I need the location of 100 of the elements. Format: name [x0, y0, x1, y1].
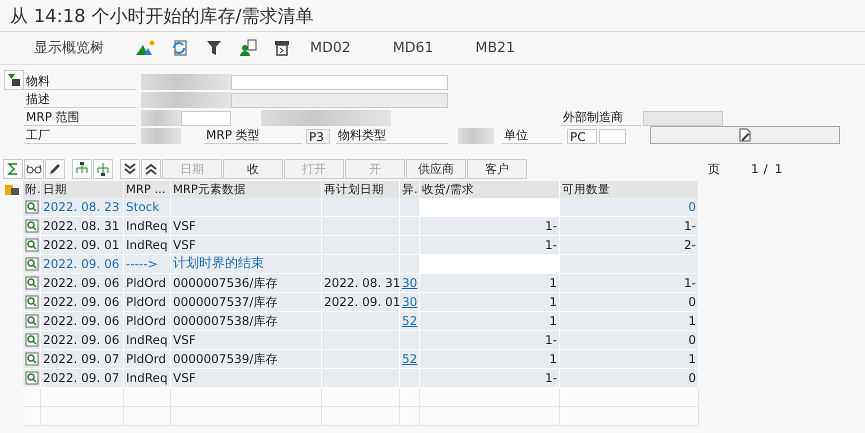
column-header[interactable]: 附.	[23, 181, 41, 198]
column-header[interactable]: 异.	[400, 181, 420, 198]
date-cell: 2022. 09. 06	[41, 274, 124, 293]
document-icon[interactable]	[24, 352, 38, 366]
redacted-field	[141, 128, 181, 144]
page-number: 1	[751, 162, 759, 176]
date-cell: 2022. 09. 06	[41, 312, 124, 331]
redacted-field	[141, 110, 181, 126]
mrp-element-cell: IndReq	[124, 369, 171, 388]
element-data-cell: 0000007538/库存	[171, 312, 322, 331]
unit-field: PC	[567, 129, 597, 144]
tree-toggle-icon[interactable]	[4, 70, 24, 90]
mrp-element-cell: PldOrd	[124, 312, 171, 331]
transaction-button[interactable]: MD02	[304, 40, 357, 56]
available-quantity-cell: 1-	[560, 217, 699, 236]
document-icon[interactable]	[24, 238, 38, 252]
field-label: MRP 范围	[24, 110, 136, 126]
exception-link[interactable]: 52	[402, 314, 418, 328]
date-cell: 2022. 09. 06	[41, 331, 124, 350]
available-quantity-cell: 2-	[560, 236, 699, 255]
quantity-cell: 1	[420, 350, 560, 369]
document-icon[interactable]	[24, 276, 38, 290]
field-label: 描述	[24, 92, 136, 108]
field-label: 外部制造商	[561, 110, 641, 126]
sum-icon[interactable]	[3, 159, 23, 179]
field-label: 单位	[502, 128, 562, 144]
mrp-element-cell: PldOrd	[124, 293, 171, 312]
element-data-cell: 0000007537/库存	[171, 293, 322, 312]
quantity-cell: 1-	[420, 236, 560, 255]
available-quantity-cell: 1	[560, 350, 699, 369]
date-cell: 2022. 09. 06	[41, 293, 124, 312]
quantity-cell: 1	[420, 312, 560, 331]
sort-descending-icon[interactable]	[93, 159, 113, 179]
date-cell: 2022. 09. 07	[41, 350, 124, 369]
reschedule-date-cell: 2022. 08. 31	[322, 274, 400, 293]
document-icon[interactable]	[24, 314, 38, 328]
available-quantity-cell: 0	[560, 331, 699, 350]
available-quantity-cell: 0	[560, 293, 699, 312]
exception-link[interactable]: 52	[402, 352, 418, 366]
document-icon[interactable]	[24, 257, 38, 271]
column-header[interactable]: MRP元素数据	[171, 181, 322, 198]
collapse-all-icon[interactable]	[141, 159, 161, 179]
document-icon[interactable]	[24, 219, 38, 233]
document-icon[interactable]	[24, 200, 38, 214]
quantity-cell: 1-	[420, 217, 560, 236]
element-data-cell: VSF	[171, 331, 322, 350]
field-label: MRP 类型	[204, 128, 302, 144]
quantity-cell: 1-	[420, 369, 560, 388]
date-cell: 2022. 09. 01	[41, 236, 124, 255]
element-data-cell: 0000007536/库存	[171, 274, 322, 293]
expand-all-icon[interactable]	[120, 159, 140, 179]
exception-link[interactable]: 30	[402, 276, 418, 290]
column-header[interactable]: 日期	[41, 181, 124, 198]
available-quantity-cell: 0	[560, 198, 699, 217]
mrp-element-cell: IndReq	[124, 331, 171, 350]
exception-link[interactable]: 30	[402, 295, 418, 309]
column-header[interactable]: 可用数量	[560, 181, 699, 198]
sort-ascending-icon[interactable]	[72, 159, 92, 179]
element-data-cell: VSF	[171, 236, 322, 255]
pencil-icon[interactable]	[45, 159, 65, 179]
material-field[interactable]	[231, 75, 448, 90]
document-icon[interactable]	[24, 333, 38, 347]
field-label: 工厂	[24, 128, 136, 144]
available-quantity-cell: 1-	[560, 274, 699, 293]
date-cell: 2022. 09. 06	[41, 255, 124, 274]
mrp-type-field: P3	[306, 129, 330, 144]
mrp-element-cell: PldOrd	[124, 350, 171, 369]
mrp-element-cell: PldOrd	[124, 274, 171, 293]
mrp-element-cell: IndReq	[124, 236, 171, 255]
table-toolbar-button[interactable]: 收	[223, 159, 283, 179]
table-toolbar-button[interactable]: 供应商	[406, 159, 466, 179]
mrp-element-cell: ----->	[124, 255, 171, 274]
quantity-cell: 1-	[420, 331, 560, 350]
document-icon[interactable]	[24, 371, 38, 385]
table-toolbar-button[interactable]: 客户	[467, 159, 527, 179]
exception-cell	[400, 198, 420, 217]
field-label: 物料类型	[336, 128, 448, 144]
transaction-button[interactable]: MB21	[469, 40, 521, 56]
unit-extra-field	[599, 129, 626, 144]
transaction-button[interactable]: MD61	[386, 40, 440, 56]
date-cell: 2022. 08. 31	[41, 217, 124, 236]
element-data-cell: 0000007539/库存	[171, 350, 322, 369]
quantity-cell: 1	[420, 293, 560, 312]
column-header[interactable]: 收货/需求	[420, 181, 560, 198]
page-separator: /	[764, 162, 768, 176]
element-data-cell: VSF	[171, 369, 322, 388]
page-count: 1	[774, 162, 782, 176]
reschedule-date-cell: 2022. 09. 01	[322, 293, 400, 312]
redacted-field	[458, 128, 494, 144]
overview-tree-button[interactable]: 显示概览树	[28, 39, 110, 57]
column-header[interactable]: MRP ...	[124, 181, 171, 198]
glasses-icon[interactable]	[24, 159, 44, 179]
quantity-cell: 1	[420, 274, 560, 293]
column-header[interactable]: 再计划日期	[322, 181, 400, 198]
element-data-cell: 计划时界的结束	[171, 255, 322, 274]
document-icon[interactable]	[24, 295, 38, 309]
mrp-area-field[interactable]	[181, 111, 231, 126]
available-quantity-cell: 0	[560, 369, 699, 388]
element-data-cell: VSF	[171, 217, 322, 236]
page-label: 页	[708, 160, 720, 178]
